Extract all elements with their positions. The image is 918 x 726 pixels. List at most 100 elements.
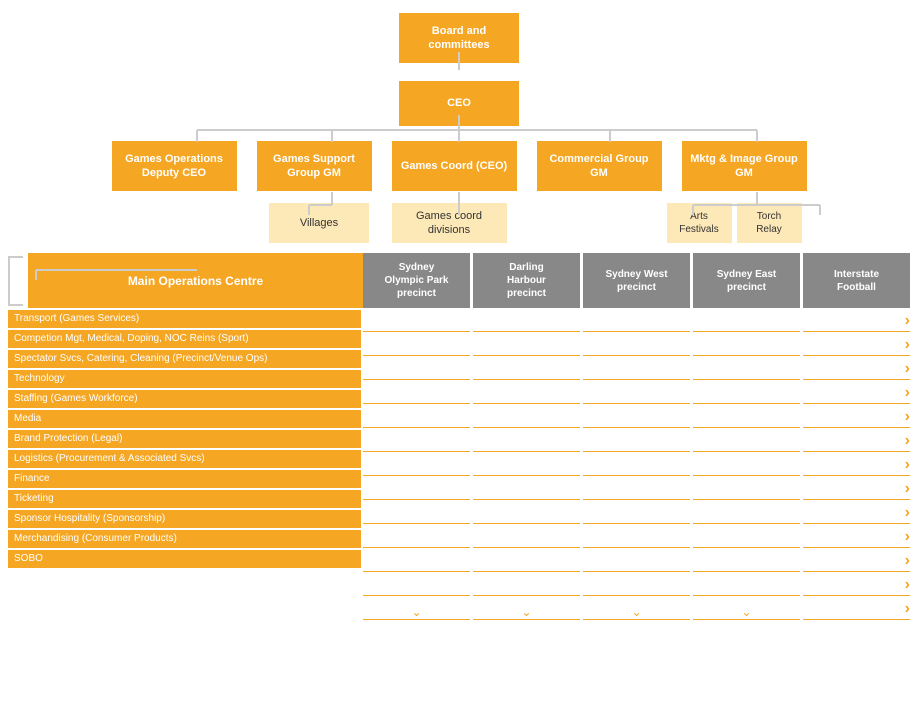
- grid-cell: [693, 502, 800, 524]
- manager-col-4: Mktg & Image Group GM: [677, 141, 812, 191]
- grid-cell: [583, 454, 690, 476]
- grid-cell-last: ›: [803, 574, 910, 596]
- main-ops-label: Main Operations Centre: [128, 274, 263, 288]
- grid-row-11: ›: [363, 574, 910, 596]
- grid-row-6: ›: [363, 454, 910, 476]
- service-label-10: Sponsor Hospitality (Sponsorship): [8, 510, 361, 528]
- grid-cell-down: ⌄: [583, 598, 690, 620]
- manager-col-0: Games Operations Deputy CEO: [107, 141, 242, 191]
- manager-box-0: Games Operations Deputy CEO: [112, 141, 237, 191]
- left-panel: Main Operations Centre Transport (Games …: [8, 253, 363, 622]
- grid-cell: [473, 502, 580, 524]
- grid-cell: [363, 478, 470, 500]
- grid-cell-last: ›: [803, 334, 910, 356]
- villages-box: Villages: [269, 203, 369, 243]
- grid-cell: [693, 430, 800, 452]
- precinct-2: Sydney West precinct: [583, 253, 690, 308]
- grid-cell-last: ›: [803, 382, 910, 404]
- precinct-4: Interstate Football: [803, 253, 910, 308]
- service-label-0: Transport (Games Services): [8, 310, 361, 328]
- manager-col-1: Games Support Group GM: [252, 141, 377, 191]
- service-label-11: Merchandising (Consumer Products): [8, 530, 361, 548]
- grid-cell-last: ›: [803, 550, 910, 572]
- grid-cell-down: ⌄: [473, 598, 580, 620]
- grid-cell: [473, 574, 580, 596]
- grid-cell: [583, 406, 690, 428]
- grid-cell: [473, 454, 580, 476]
- grid-row-5: ›: [363, 430, 910, 452]
- grid-cell-last: ›: [803, 526, 910, 548]
- grid-cell: [583, 334, 690, 356]
- board-label: Board and committees: [407, 24, 511, 53]
- games-coord-div-col: Games coord divisions: [387, 203, 512, 243]
- grid-cell-last: ›: [803, 358, 910, 380]
- grid-cell: [693, 334, 800, 356]
- torch-relay-box: Torch Relay: [737, 203, 802, 243]
- grid-cell: [693, 358, 800, 380]
- grid-cell: [473, 310, 580, 332]
- grid-cell: [693, 478, 800, 500]
- ceo-box: CEO: [399, 81, 519, 126]
- service-label-6: Brand Protection (Legal): [8, 430, 361, 448]
- grid-cell: [693, 574, 800, 596]
- mktg-sub-row: Arts Festivals Torch Relay: [667, 203, 802, 243]
- grid-row-12: ⌄ ⌄ ⌄ ⌄ ›: [363, 598, 910, 620]
- grid-row-9: ›: [363, 526, 910, 548]
- service-label-9: Ticketing: [8, 490, 361, 508]
- service-label-8: Finance: [8, 470, 361, 488]
- grid-cell: [583, 382, 690, 404]
- precinct-1: Darling Harbour precinct: [473, 253, 580, 308]
- board-level: Board and committees: [4, 8, 914, 63]
- grid-cell-last: ›: [803, 430, 910, 452]
- grid-cell: [473, 430, 580, 452]
- service-label-2: Spectator Svcs, Catering, Cleaning (Prec…: [8, 350, 361, 368]
- service-label-1: Competion Mgt, Medical, Doping, NOC Rein…: [8, 330, 361, 348]
- grid-row-1: ›: [363, 334, 910, 356]
- grid-cell-last: ›: [803, 406, 910, 428]
- manager-box-2: Games Coord (CEO): [392, 141, 517, 191]
- board-box: Board and committees: [399, 13, 519, 63]
- grid-cell-last: ›: [803, 598, 910, 620]
- grid-row-4: ›: [363, 406, 910, 428]
- grid-cell: [693, 526, 800, 548]
- arts-festivals-box: Arts Festivals: [667, 203, 732, 243]
- grid-row-8: ›: [363, 502, 910, 524]
- ceo-level: CEO: [4, 81, 914, 126]
- manager-col-2: Games Coord (CEO): [387, 141, 522, 191]
- grid-cell: [583, 502, 690, 524]
- grid-cell: [473, 526, 580, 548]
- grid-cell: [363, 310, 470, 332]
- service-label-7: Logistics (Procurement & Associated Svcs…: [8, 450, 361, 468]
- service-label-4: Staffing (Games Workforce): [8, 390, 361, 408]
- grid-cell: [583, 550, 690, 572]
- grid-cell: [363, 550, 470, 572]
- grid-cell: [473, 382, 580, 404]
- grid-cell: [583, 430, 690, 452]
- grid-cell-last: ›: [803, 310, 910, 332]
- grid-cell-last: ›: [803, 454, 910, 476]
- grid-cell-down: ⌄: [693, 598, 800, 620]
- grid-cell: [693, 382, 800, 404]
- grid-row-3: ›: [363, 382, 910, 404]
- service-label-3: Technology: [8, 370, 361, 388]
- grid-row-0: ›: [363, 310, 910, 332]
- grid-cell: [693, 550, 800, 572]
- grid-cell: [583, 526, 690, 548]
- grid-cell: [693, 454, 800, 476]
- villages-col: Villages: [262, 203, 377, 243]
- main-ops-centre-box: Main Operations Centre: [28, 253, 363, 308]
- games-coord-div-box: Games coord divisions: [392, 203, 507, 243]
- grid-cell: [583, 574, 690, 596]
- grid-cell-down: ⌄: [363, 598, 470, 620]
- grid-cell: [473, 406, 580, 428]
- grid-cell: [473, 334, 580, 356]
- manager-box-3: Commercial Group GM: [537, 141, 662, 191]
- grid-cell: [693, 310, 800, 332]
- main-ops-centre-wrapper: Main Operations Centre: [8, 253, 363, 308]
- manager-box-1: Games Support Group GM: [257, 141, 372, 191]
- grid-cell: [363, 502, 470, 524]
- grid-cell: [583, 310, 690, 332]
- grid-rows: › › ›: [363, 310, 910, 622]
- org-chart: Board and committees CEO Games Operation…: [0, 0, 918, 630]
- manager-box-4: Mktg & Image Group GM: [682, 141, 807, 191]
